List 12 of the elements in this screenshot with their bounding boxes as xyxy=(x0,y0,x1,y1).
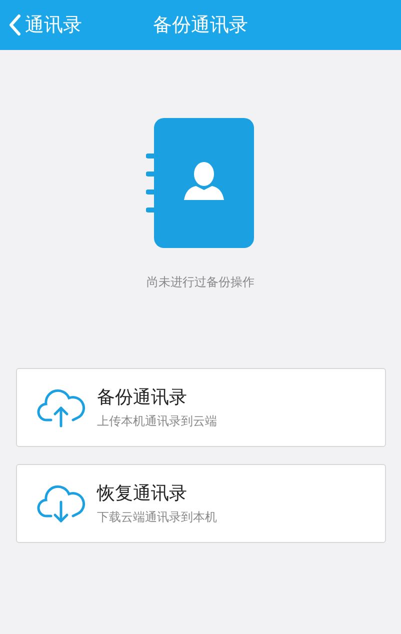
action-title: 恢复通讯录 xyxy=(97,482,188,505)
cloud-icon xyxy=(37,388,85,428)
action-subtitle: 上传本机通讯录到云端 xyxy=(97,413,217,430)
action-title: 备份通讯录 xyxy=(97,386,188,409)
back-chevron-icon xyxy=(9,14,21,36)
action-card[interactable]: 备份通讯录 上传本机通讯录到云端 xyxy=(16,368,386,447)
address-book-icon xyxy=(146,118,256,248)
status-text: 尚未进行过备份操作 xyxy=(146,274,254,291)
cloud-icon xyxy=(37,484,85,524)
action-subtitle: 下载云端通讯录到本机 xyxy=(97,509,217,526)
action-card[interactable]: 恢复通讯录 下载云端通讯录到本机 xyxy=(16,464,386,543)
page-title: 备份通讯录 xyxy=(153,13,248,38)
